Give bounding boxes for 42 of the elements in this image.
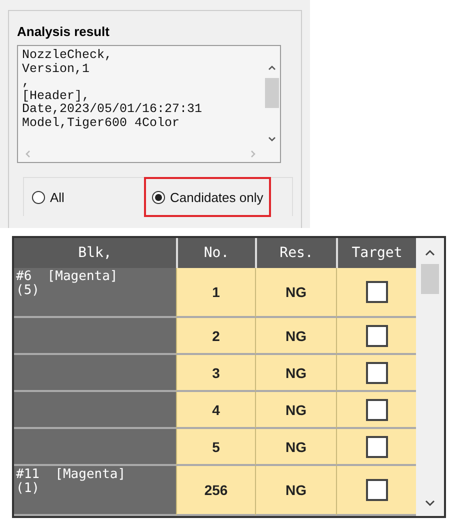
- block-cell: #6 [Magenta] (5): [14, 268, 176, 318]
- table-cell: NG: [255, 268, 336, 318]
- text-line: Version,1: [22, 62, 90, 76]
- radio-label[interactable]: Candidates only: [170, 190, 264, 204]
- table-cell: 1: [176, 268, 255, 318]
- text-line: NozzleCheck,: [22, 49, 112, 62]
- radio-button[interactable]: [32, 190, 45, 204]
- checkbox[interactable]: [366, 398, 388, 420]
- column-header: Res.: [255, 238, 336, 268]
- column-header: Blk,: [14, 238, 176, 268]
- panel-title: Analysis result: [17, 24, 110, 39]
- table-cell: NG: [255, 355, 336, 392]
- checkbox[interactable]: [366, 479, 388, 501]
- text-line: Date,2023/05/01/16:27:31: [22, 103, 202, 116]
- text-line: ,: [22, 76, 30, 90]
- scroll-up-icon[interactable]: [425, 248, 435, 258]
- table-cell: 4: [176, 392, 255, 429]
- checkbox[interactable]: [366, 281, 388, 303]
- scroll-down-icon[interactable]: [268, 135, 276, 143]
- scroll-up-icon[interactable]: [268, 64, 276, 72]
- scrollbar-thumb[interactable]: [421, 264, 439, 294]
- result-text-area[interactable]: NozzleCheck, Version,1 , [Header], Date,2023/05/01/16:27:31 Model,Tiger600 4Color: [17, 45, 281, 163]
- checkbox[interactable]: [366, 436, 388, 458]
- scrollbar-thumb[interactable]: [264, 78, 278, 108]
- block-cell: #11 [Magenta] (1): [14, 466, 176, 516]
- text-line: [Header],: [22, 90, 90, 102]
- table-cell: NG: [255, 466, 336, 516]
- checkbox[interactable]: [366, 362, 388, 384]
- scroll-down-icon[interactable]: [425, 498, 435, 508]
- radio-button[interactable]: [152, 190, 165, 204]
- table-cell: 5: [176, 429, 255, 466]
- column-header: Target: [336, 238, 416, 268]
- table-cell: NG: [255, 429, 336, 466]
- column-header: No.: [176, 238, 255, 268]
- table-cell: NG: [255, 392, 336, 429]
- checkbox[interactable]: [366, 324, 388, 346]
- table-cell: 3: [176, 355, 255, 392]
- text-line: Model,Tiger600 4Color: [22, 116, 180, 130]
- radio-label[interactable]: All: [50, 190, 64, 204]
- table-cell: 2: [176, 318, 255, 355]
- table-cell: 256: [176, 466, 255, 516]
- table-cell: NG: [255, 318, 336, 355]
